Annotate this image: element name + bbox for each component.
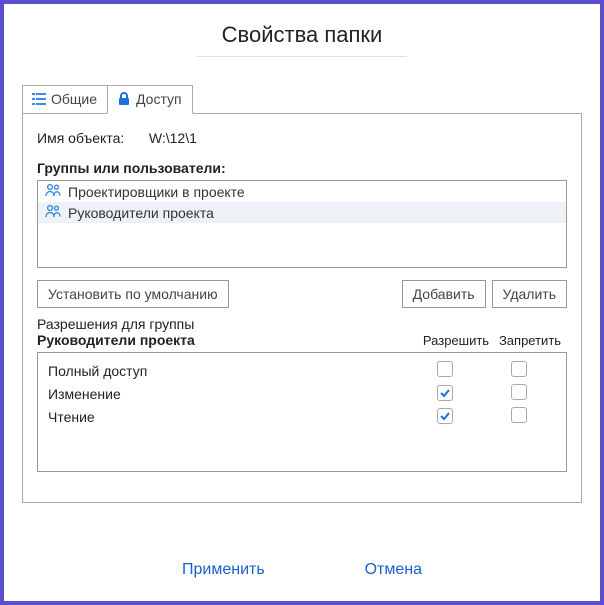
tab-general-label: Общие xyxy=(51,91,97,107)
permission-row: Изменение xyxy=(38,382,566,405)
permission-row: Чтение xyxy=(38,405,566,428)
column-allow: Разрешить xyxy=(419,333,493,348)
tab-general[interactable]: Общие xyxy=(22,85,108,114)
groups-label: Группы или пользователи: xyxy=(37,160,567,176)
dialog-footer: Применить Отмена xyxy=(4,561,600,579)
selected-group-name: Руководители проекта xyxy=(37,332,419,348)
allow-checkbox[interactable] xyxy=(437,385,453,401)
object-name-row: Имя объекта: W:\12\1 xyxy=(37,130,567,146)
deny-checkbox[interactable] xyxy=(511,407,527,423)
deny-checkbox[interactable] xyxy=(511,361,527,377)
object-name-label: Имя объекта: xyxy=(37,130,145,146)
list-item-label: Проектировщики в проекте xyxy=(68,184,245,200)
permission-name: Полный доступ xyxy=(48,363,408,379)
dialog-window: Свойства папки Общие Доступ Имя объекта:… xyxy=(0,0,604,605)
cancel-button[interactable]: Отмена xyxy=(365,561,422,578)
add-button[interactable]: Добавить xyxy=(402,280,486,308)
users-icon xyxy=(44,204,62,221)
permission-row: Полный доступ xyxy=(38,359,566,382)
users-icon xyxy=(44,183,62,200)
permission-name: Чтение xyxy=(48,409,408,425)
remove-button[interactable]: Удалить xyxy=(492,280,567,308)
lock-icon xyxy=(116,91,132,107)
list-item-label: Руководители проекта xyxy=(68,205,214,221)
deny-checkbox[interactable] xyxy=(511,384,527,400)
apply-button[interactable]: Применить xyxy=(182,561,265,578)
column-deny: Запретить xyxy=(493,333,567,348)
list-item[interactable]: Руководители проекта xyxy=(38,202,566,223)
permission-name: Изменение xyxy=(48,386,408,402)
allow-checkbox[interactable] xyxy=(437,361,453,377)
tab-panel-access: Имя объекта: W:\12\1 Группы или пользова… xyxy=(22,113,582,503)
allow-checkbox[interactable] xyxy=(437,408,453,424)
permissions-list: Полный доступ Изменение Чтение xyxy=(37,352,567,472)
permissions-label: Разрешения для группы xyxy=(37,316,567,332)
dialog-title: Свойства папки xyxy=(222,22,383,56)
object-name-value: W:\12\1 xyxy=(149,130,197,146)
tab-access-label: Доступ xyxy=(136,91,182,107)
set-default-button[interactable]: Установить по умолчанию xyxy=(37,280,229,308)
tab-strip: Общие Доступ xyxy=(22,85,582,114)
list-item[interactable]: Проектировщики в проекте xyxy=(38,181,566,202)
list-icon xyxy=(31,91,47,107)
title-underline xyxy=(197,56,407,57)
tab-access[interactable]: Доступ xyxy=(107,85,193,114)
groups-listbox[interactable]: Проектировщики в проекте Руководители про… xyxy=(37,180,567,268)
